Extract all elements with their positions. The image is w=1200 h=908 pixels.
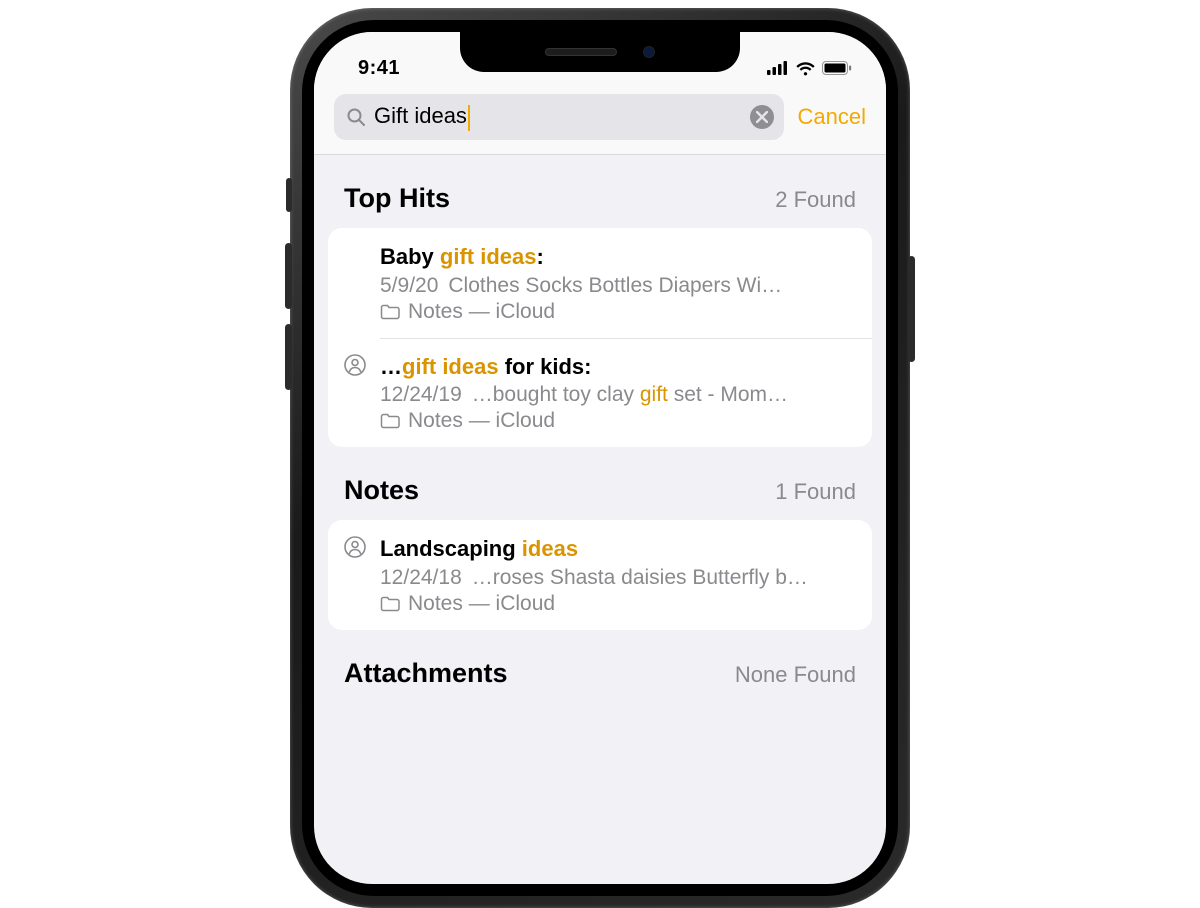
result-snippet: 12/24/19…bought toy clay gift set - Mom… [380, 383, 854, 407]
front-camera [643, 46, 655, 58]
result-location: Notes — iCloud [380, 409, 854, 433]
status-time: 9:41 [358, 57, 400, 80]
section-header-attachments: Attachments None Found [314, 630, 886, 703]
result-snippet: 12/24/18…roses Shasta daisies Butterfly … [380, 566, 854, 590]
shared-icon [344, 536, 368, 560]
volume-down-button [285, 324, 292, 390]
status-icons [767, 61, 852, 76]
result-title: …gift ideas for kids: [380, 352, 854, 382]
search-query-text: Gift ideas [374, 103, 467, 128]
battery-icon [822, 61, 852, 75]
result-row[interactable]: Landscaping ideas 12/24/18…roses Shasta … [328, 520, 872, 630]
section-count: None Found [735, 662, 856, 688]
result-row[interactable]: Baby gift ideas: 5/9/20Clothes Socks Bot… [328, 228, 872, 338]
text-caret [468, 105, 470, 131]
power-button [908, 256, 915, 362]
result-snippet: 5/9/20Clothes Socks Bottles Diapers Wi… [380, 274, 854, 298]
section-title: Top Hits [344, 183, 450, 214]
section-header-top-hits: Top Hits 2 Found [314, 155, 886, 228]
top-hits-card: Baby gift ideas: 5/9/20Clothes Socks Bot… [328, 228, 872, 447]
search-field[interactable]: Gift ideas [334, 94, 784, 140]
clear-icon [756, 111, 768, 123]
speaker-grille [545, 48, 617, 56]
folder-icon [380, 413, 400, 429]
result-location: Notes — iCloud [380, 592, 854, 616]
section-header-notes: Notes 1 Found [314, 447, 886, 520]
search-header: Gift ideas Cancel [314, 86, 886, 155]
results-scroll[interactable]: Top Hits 2 Found Baby gift ideas: 5/9/20… [314, 155, 886, 703]
screen: 9:41 Gift ideas Cancel [314, 32, 886, 884]
wifi-icon [795, 61, 816, 76]
result-row[interactable]: …gift ideas for kids: 12/24/19…bought to… [328, 338, 872, 448]
result-title: Baby gift ideas: [380, 242, 854, 272]
notch [460, 32, 740, 72]
cellular-icon [767, 61, 789, 75]
section-title: Attachments [344, 658, 508, 689]
section-count: 2 Found [775, 187, 856, 213]
clear-search-button[interactable] [750, 105, 774, 129]
device-frame: 9:41 Gift ideas Cancel [290, 8, 910, 908]
section-count: 1 Found [775, 479, 856, 505]
search-input[interactable]: Gift ideas [374, 103, 742, 130]
notes-card: Landscaping ideas 12/24/18…roses Shasta … [328, 520, 872, 630]
result-title: Landscaping ideas [380, 534, 854, 564]
shared-icon [344, 354, 368, 378]
result-location: Notes — iCloud [380, 300, 854, 324]
volume-up-button [285, 243, 292, 309]
section-title: Notes [344, 475, 419, 506]
folder-icon [380, 304, 400, 320]
search-icon [346, 107, 366, 127]
cancel-button[interactable]: Cancel [798, 104, 866, 130]
mute-switch [286, 178, 292, 212]
folder-icon [380, 596, 400, 612]
